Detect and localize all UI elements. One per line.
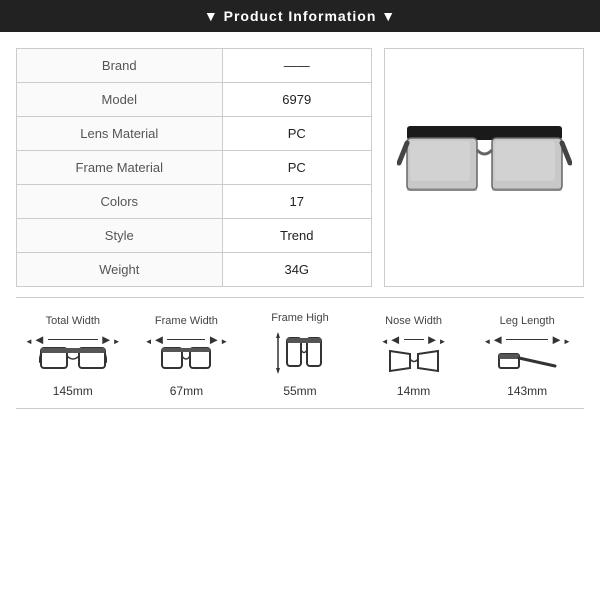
table-cell-label: Weight <box>17 253 223 287</box>
dimensions-section: Total Width ◄ ► 145mm Frame Width <box>16 297 584 409</box>
leg-length-label: Leg Length <box>500 315 555 327</box>
dimension-total-width: Total Width ◄ ► 145mm <box>23 315 123 398</box>
table-row: Brand—— <box>17 49 372 83</box>
frame-high-icon <box>274 330 326 376</box>
leg-length-glasses-icon <box>497 346 557 376</box>
product-info-header: ▼ Product Information ▼ <box>0 0 600 32</box>
dimension-leg-length: Leg Length ◄ ► 143mm <box>477 315 577 398</box>
arrow-right-icon4: ► <box>550 333 571 346</box>
dimension-frame-high: Frame High 55mm <box>250 312 350 398</box>
arrow-left-icon: ◄ <box>25 333 46 346</box>
leg-length-value: 143mm <box>507 384 547 398</box>
dimension-frame-width: Frame Width ◄ ► 67mm <box>136 315 236 398</box>
frame-width-icon: ◄ ► <box>145 333 229 376</box>
frame-width-glasses-icon <box>160 346 212 376</box>
nose-width-glasses-icon <box>388 346 440 376</box>
table-row: Frame MaterialPC <box>17 151 372 185</box>
total-width-glasses-icon <box>39 346 107 376</box>
arrow-right-icon: ► <box>100 333 121 346</box>
nose-width-icon: ◄ ► <box>381 333 447 376</box>
table-cell-value: —— <box>222 49 371 83</box>
leg-length-icon: ◄ ► <box>483 333 571 376</box>
total-width-value: 145mm <box>53 384 93 398</box>
table-cell-label: Style <box>17 219 223 253</box>
frame-high-glasses-icon <box>274 330 326 376</box>
arrow-right-icon2: ► <box>207 333 228 346</box>
table-row: Model6979 <box>17 83 372 117</box>
table-row: Colors17 <box>17 185 372 219</box>
table-cell-label: Colors <box>17 185 223 219</box>
table-cell-label: Lens Material <box>17 117 223 151</box>
dimension-nose-width: Nose Width ◄ ► 14mm <box>364 315 464 398</box>
frame-high-label: Frame High <box>271 312 328 324</box>
table-cell-value: 6979 <box>222 83 371 117</box>
arrow-right-icon3: ► <box>426 333 447 346</box>
table-cell-value: 17 <box>222 185 371 219</box>
nose-width-label: Nose Width <box>385 315 442 327</box>
table-row: StyleTrend <box>17 219 372 253</box>
total-width-label: Total Width <box>46 315 100 327</box>
table-cell-value: PC <box>222 151 371 185</box>
frame-high-value: 55mm <box>283 384 316 398</box>
product-info-table: Brand——Model6979Lens MaterialPCFrame Mat… <box>16 48 372 287</box>
frame-width-value: 67mm <box>170 384 203 398</box>
product-image-box <box>384 48 584 287</box>
main-section: Brand——Model6979Lens MaterialPCFrame Mat… <box>16 48 584 287</box>
arrow-left-icon2: ◄ <box>145 333 166 346</box>
table-row: Weight34G <box>17 253 372 287</box>
table-row: Lens MaterialPC <box>17 117 372 151</box>
table-cell-label: Brand <box>17 49 223 83</box>
table-cell-value: PC <box>222 117 371 151</box>
arrow-left-icon3: ◄ <box>381 333 402 346</box>
table-cell-label: Model <box>17 83 223 117</box>
arrow-left-icon4: ◄ <box>483 333 504 346</box>
nose-width-value: 14mm <box>397 384 430 398</box>
table-cell-value: 34G <box>222 253 371 287</box>
table-cell-label: Frame Material <box>17 151 223 185</box>
sunglasses-image <box>397 108 572 228</box>
total-width-icon: ◄ ► <box>25 333 121 376</box>
frame-width-label: Frame Width <box>155 315 218 327</box>
table-cell-value: Trend <box>222 219 371 253</box>
